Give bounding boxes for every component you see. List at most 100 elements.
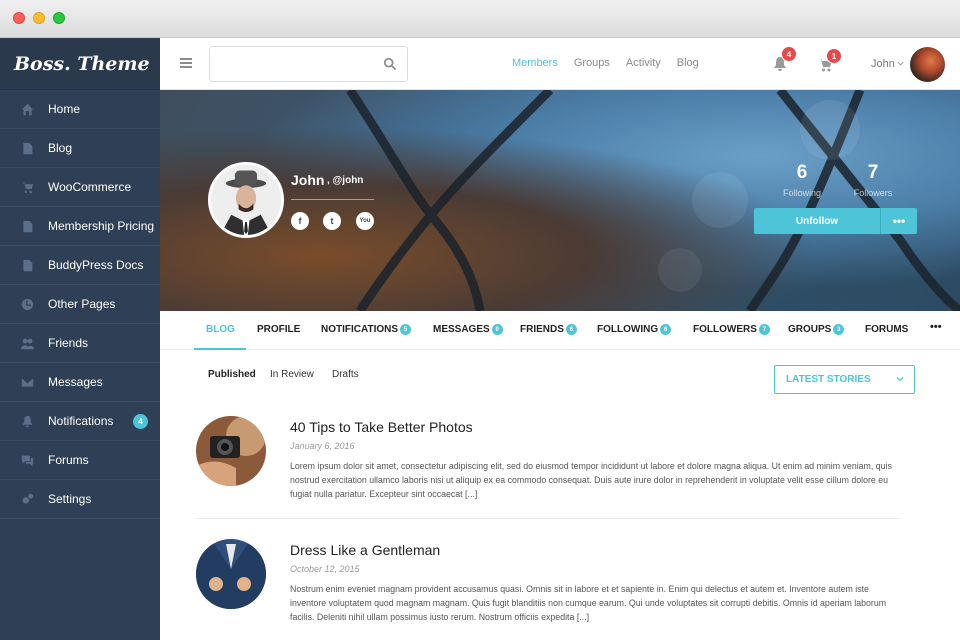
tab-label: BLOG bbox=[206, 324, 235, 335]
followers-count[interactable]: 7 bbox=[843, 162, 903, 184]
post-title[interactable]: 40 Tips to Take Better Photos bbox=[290, 419, 473, 435]
tab-count-badge: 3 bbox=[833, 324, 845, 335]
sidebar-item-label: Membership Pricing bbox=[48, 219, 155, 233]
subtab-published[interactable]: Published bbox=[208, 369, 256, 380]
sidebar-item-label: Messages bbox=[48, 375, 103, 389]
following-count[interactable]: 6 bbox=[772, 162, 832, 184]
sidebar-item-forums[interactable]: Forums bbox=[0, 441, 160, 480]
chat-icon bbox=[20, 453, 34, 467]
post-thumbnail[interactable] bbox=[196, 416, 266, 486]
post-excerpt: Nostrum enim eveniet magnam provident ac… bbox=[290, 584, 887, 622]
sidebar-nav: Home Blog WooCommerce Membership Pricing… bbox=[0, 90, 160, 519]
camera-photo bbox=[196, 416, 266, 486]
subtab-drafts[interactable]: Drafts bbox=[332, 369, 359, 380]
post-divider bbox=[196, 518, 900, 519]
subtab-in-review[interactable]: In Review bbox=[270, 369, 314, 380]
users-icon bbox=[20, 336, 34, 350]
more-options-button[interactable]: ••• bbox=[880, 208, 917, 234]
close-window-button[interactable] bbox=[13, 12, 25, 24]
tab-label: MESSAGES bbox=[433, 324, 490, 335]
top-nav-activity[interactable]: Activity bbox=[626, 57, 661, 69]
tab-forums[interactable]: FORUMS bbox=[865, 324, 908, 335]
tab-label: FOLLOWERS bbox=[693, 324, 757, 335]
tab-count-badge: 5 bbox=[400, 324, 412, 335]
tab-following[interactable]: FOLLOWING 6 bbox=[597, 324, 672, 335]
hamburger-menu-icon[interactable] bbox=[180, 58, 192, 68]
twitter-icon[interactable]: t bbox=[323, 212, 341, 230]
minimize-window-button[interactable] bbox=[33, 12, 45, 24]
sidebar-item-label: Home bbox=[48, 102, 81, 116]
search-input[interactable] bbox=[210, 47, 370, 81]
top-bar: Members Groups Activity Blog 4 1 John bbox=[160, 38, 960, 90]
sidebar-item-other-pages[interactable]: Other Pages bbox=[0, 285, 160, 324]
profile-cover: John , @john f t You 6 Following 7 Follo… bbox=[160, 90, 960, 311]
bell-icon bbox=[20, 414, 34, 428]
tab-label: PROFILE bbox=[257, 324, 301, 335]
sidebar-item-label: BuddyPress Docs bbox=[48, 258, 144, 272]
sidebar-item-notifications[interactable]: Notifications 4 bbox=[0, 402, 160, 441]
profile-photo bbox=[211, 165, 281, 235]
sidebar: Boss. Theme Home Blog WooCommerce Member… bbox=[0, 38, 160, 640]
sidebar-item-label: Settings bbox=[48, 492, 92, 506]
cart-icon bbox=[20, 180, 34, 194]
tab-label: FRIENDS bbox=[520, 324, 564, 335]
tab-label: GROUPS bbox=[788, 324, 832, 335]
top-nav-groups[interactable]: Groups bbox=[574, 57, 610, 69]
search-box bbox=[209, 46, 408, 82]
unfollow-button[interactable]: Unfollow bbox=[754, 208, 880, 234]
tab-friends[interactable]: FRIENDS 6 bbox=[520, 324, 577, 335]
brand-logo[interactable]: Boss. Theme bbox=[0, 38, 160, 90]
tab-profile[interactable]: PROFILE bbox=[257, 324, 300, 335]
profile-name-divider bbox=[291, 199, 374, 200]
sort-select-value: LATEST STORIES bbox=[786, 374, 871, 385]
sidebar-item-friends[interactable]: Friends bbox=[0, 324, 160, 363]
tab-groups[interactable]: GROUPS 3 bbox=[788, 324, 845, 335]
user-menu-name[interactable]: John bbox=[871, 58, 895, 70]
sidebar-item-label: Notifications bbox=[48, 414, 114, 428]
sidebar-item-blog[interactable]: Blog bbox=[0, 129, 160, 168]
active-tab-indicator bbox=[194, 348, 246, 350]
sidebar-item-home[interactable]: Home bbox=[0, 90, 160, 129]
tab-notifications[interactable]: NOTIFICATIONS 5 bbox=[321, 324, 412, 335]
profile-avatar[interactable] bbox=[208, 162, 284, 238]
sidebar-item-woocommerce[interactable]: WooCommerce bbox=[0, 168, 160, 207]
top-nav: Members Groups Activity Blog bbox=[512, 57, 715, 69]
chevron-down-icon bbox=[896, 377, 904, 382]
post-date: October 12, 2015 bbox=[290, 564, 360, 574]
notifications-count-badge: 4 bbox=[133, 414, 148, 429]
chevron-down-icon[interactable] bbox=[897, 60, 904, 67]
followers-label: Followers bbox=[853, 188, 893, 198]
maximize-window-button[interactable] bbox=[53, 12, 65, 24]
home-icon bbox=[20, 102, 34, 116]
tab-followers[interactable]: FOLLOWERS 7 bbox=[693, 324, 770, 335]
post-title[interactable]: Dress Like a Gentleman bbox=[290, 542, 440, 558]
user-avatar[interactable] bbox=[910, 47, 945, 82]
more-tabs-button[interactable]: ••• bbox=[930, 321, 942, 333]
search-icon[interactable] bbox=[383, 57, 397, 71]
tab-label: NOTIFICATIONS bbox=[321, 324, 399, 335]
sidebar-item-label: Other Pages bbox=[48, 297, 116, 311]
cart-count-badge: 1 bbox=[826, 48, 842, 64]
post-excerpt: Lorem ipsum dolor sit amet, consectetur … bbox=[290, 461, 892, 499]
sidebar-item-membership-pricing[interactable]: Membership Pricing bbox=[0, 207, 160, 246]
document-icon bbox=[20, 258, 34, 272]
window-titlebar bbox=[0, 0, 960, 38]
sidebar-item-label: WooCommerce bbox=[48, 180, 132, 194]
sort-stories-select[interactable]: LATEST STORIES bbox=[774, 365, 915, 394]
sidebar-item-label: Friends bbox=[48, 336, 89, 350]
tab-messages[interactable]: MESSAGES 0 bbox=[433, 324, 503, 335]
tab-count-badge: 7 bbox=[758, 324, 770, 335]
post-thumbnail[interactable] bbox=[196, 539, 266, 609]
sidebar-item-buddypress-docs[interactable]: BuddyPress Docs bbox=[0, 246, 160, 285]
suit-photo bbox=[196, 539, 266, 609]
document-icon bbox=[20, 219, 34, 233]
sidebar-item-messages[interactable]: Messages bbox=[0, 363, 160, 402]
facebook-icon[interactable]: f bbox=[291, 212, 309, 230]
top-nav-blog[interactable]: Blog bbox=[677, 57, 699, 69]
sidebar-item-settings[interactable]: Settings bbox=[0, 480, 160, 519]
top-nav-members[interactable]: Members bbox=[512, 57, 558, 69]
youtube-icon[interactable]: You bbox=[356, 212, 374, 230]
tab-blog[interactable]: BLOG bbox=[206, 324, 235, 335]
clock-icon bbox=[20, 297, 34, 311]
document-icon bbox=[20, 141, 34, 155]
